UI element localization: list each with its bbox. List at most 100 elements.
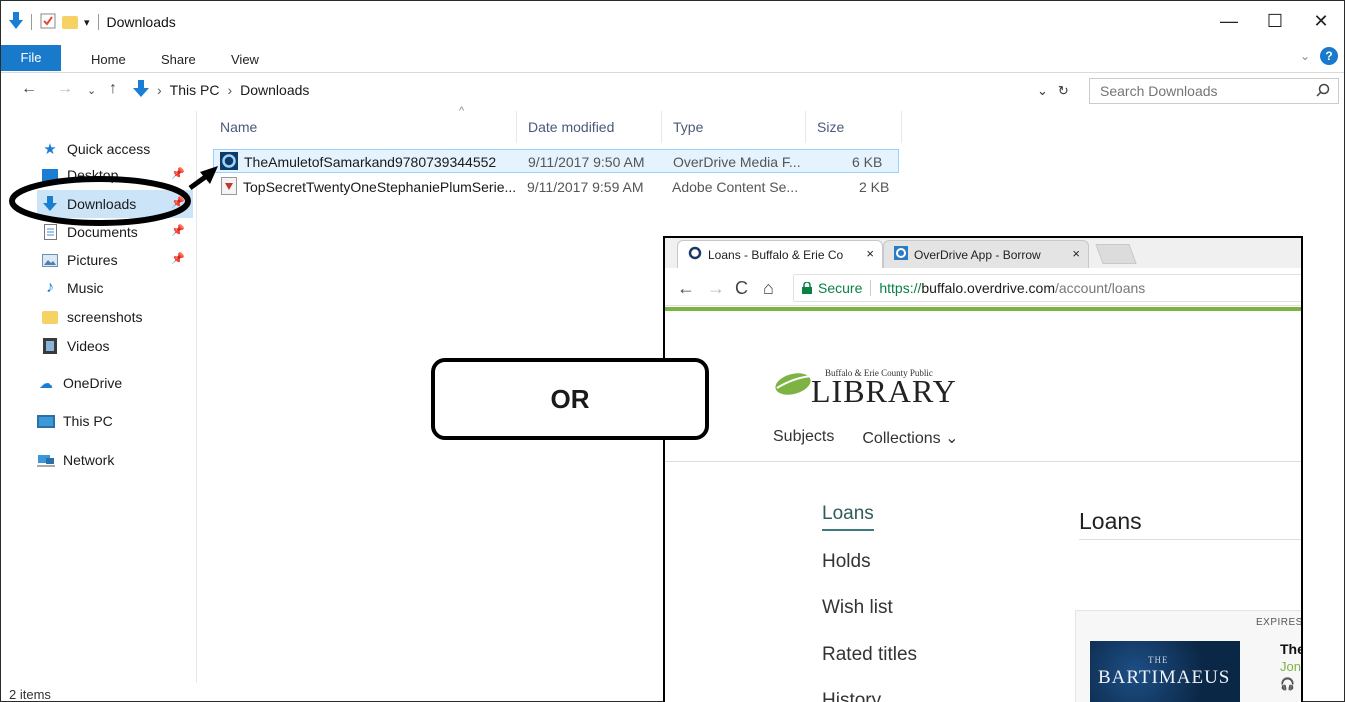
- sidebar-item-desktop[interactable]: Desktop 📌: [41, 161, 193, 189]
- nav-collections[interactable]: Collections ⌄: [862, 428, 958, 448]
- minimize-button[interactable]: —: [1206, 1, 1252, 41]
- folder-icon: [41, 309, 59, 325]
- home-icon[interactable]: ⌂: [763, 278, 774, 299]
- account-nav-rated-titles[interactable]: Rated titles: [822, 644, 917, 666]
- column-type[interactable]: Type: [673, 119, 703, 135]
- browser-forward-icon[interactable]: →: [707, 278, 725, 299]
- tab-close-icon[interactable]: ×: [866, 246, 874, 261]
- search-input[interactable]: [1090, 79, 1290, 103]
- browser-screenshot-overlay: Loans - Buffalo & Erie Co × OverDrive Ap…: [663, 236, 1303, 702]
- nav-collections-label: Collections: [862, 430, 941, 447]
- properties-icon[interactable]: [40, 13, 56, 32]
- browser-tab-overdrive-app[interactable]: OverDrive App - Borrow ×: [883, 240, 1089, 268]
- tab-view[interactable]: View: [231, 48, 259, 72]
- browser-tab-label: Loans - Buffalo & Erie Co: [708, 247, 844, 262]
- sidebar-item-pictures[interactable]: Pictures 📌: [41, 246, 193, 274]
- search-icon[interactable]: [1316, 83, 1330, 100]
- downloads-icon: [41, 196, 59, 212]
- close-button[interactable]: ✕: [1298, 1, 1344, 41]
- url-bar[interactable]: Secure https:// buffalo.overdrive.com /a…: [793, 274, 1301, 302]
- tab-close-icon[interactable]: ×: [1072, 246, 1080, 261]
- videos-icon: [41, 338, 59, 354]
- sidebar-item-downloads[interactable]: Downloads 📌: [37, 190, 193, 218]
- recent-locations-chevron-icon[interactable]: ⌄: [87, 84, 96, 97]
- address-bar[interactable]: › This PC › Downloads: [133, 78, 1083, 102]
- column-divider[interactable]: [516, 111, 517, 143]
- chevron-down-icon[interactable]: ⌄: [1300, 49, 1310, 63]
- column-size[interactable]: Size: [817, 119, 844, 135]
- breadcrumb-chevron-icon: ›: [157, 82, 162, 98]
- loan-title[interactable]: The: [1280, 641, 1301, 657]
- account-nav-wish-list[interactable]: Wish list: [822, 597, 893, 619]
- toolbar-separator: [31, 14, 32, 30]
- new-folder-icon[interactable]: [62, 15, 78, 29]
- sidebar-item-network[interactable]: Network: [37, 446, 229, 474]
- file-type: Adobe Content Se...: [672, 179, 799, 195]
- computer-icon: [37, 413, 55, 429]
- forward-arrow-icon[interactable]: →: [57, 80, 73, 98]
- file-type: OverDrive Media F...: [673, 154, 801, 170]
- nav-subjects[interactable]: Subjects: [773, 428, 834, 448]
- sidebar-item-this-pc[interactable]: This PC: [37, 407, 229, 435]
- sidebar-item-videos[interactable]: Videos: [41, 332, 233, 360]
- breadcrumb-downloads[interactable]: Downloads: [240, 82, 309, 98]
- new-tab-button[interactable]: [1095, 244, 1137, 264]
- address-dropdown-icon[interactable]: ⌄: [1037, 83, 1048, 99]
- nav-label: Desktop: [67, 167, 119, 183]
- column-divider[interactable]: [901, 111, 902, 143]
- browser-tab-strip: Loans - Buffalo & Erie Co × OverDrive Ap…: [665, 238, 1301, 268]
- nav-quick-access[interactable]: ★ Quick access: [41, 135, 233, 163]
- account-nav-history[interactable]: History: [822, 690, 881, 702]
- title-bar: ▾ Downloads — ☐ ✕: [1, 1, 1344, 43]
- customize-toolbar-icon[interactable]: ▾: [84, 16, 90, 29]
- music-icon: ♪: [46, 279, 54, 296]
- file-row[interactable]: TheAmuletofSamarkand9780739344552 9/11/2…: [213, 149, 899, 173]
- breadcrumb-this-pc[interactable]: This PC: [170, 82, 220, 98]
- column-divider[interactable]: [805, 111, 806, 143]
- column-name[interactable]: Name: [220, 119, 257, 135]
- sidebar-item-onedrive[interactable]: ☁ OneDrive: [37, 369, 229, 397]
- tab-share[interactable]: Share: [161, 48, 196, 72]
- maximize-button[interactable]: ☐: [1252, 1, 1298, 41]
- divider: [665, 461, 1301, 462]
- sidebar-item-screenshots[interactable]: screenshots: [41, 303, 233, 331]
- search-box[interactable]: [1089, 78, 1339, 104]
- back-arrow-icon[interactable]: ←: [21, 80, 37, 98]
- browser-toolbar: ← → C ⌂ Secure https:// buffalo.overdriv…: [665, 270, 1301, 306]
- browser-back-icon[interactable]: ←: [677, 278, 695, 299]
- sidebar-item-music[interactable]: ♪ Music: [41, 274, 233, 302]
- column-date-modified[interactable]: Date modified: [528, 119, 614, 135]
- desktop-icon: [41, 167, 59, 183]
- loan-author[interactable]: Jon: [1280, 659, 1301, 674]
- nav-label: Videos: [67, 338, 110, 354]
- column-divider[interactable]: [661, 111, 662, 143]
- downloads-location-icon: [133, 79, 149, 101]
- breadcrumb-chevron-icon: ›: [227, 82, 233, 98]
- pin-icon: 📌: [171, 253, 185, 265]
- file-size: 6 KB: [852, 154, 883, 170]
- loan-card[interactable]: EXPIRES I THE BARTIMAEUS The Jon 🎧: [1075, 610, 1301, 702]
- nav-label: screenshots: [67, 309, 143, 325]
- tab-file[interactable]: File: [1, 45, 61, 71]
- account-nav-loans[interactable]: Loans: [822, 503, 874, 531]
- navigation-pane: ★ Quick access Desktop 📌 Downloads 📌 Doc…: [1, 111, 197, 683]
- file-size: 2 KB: [859, 179, 890, 195]
- reload-icon[interactable]: C: [735, 278, 748, 299]
- file-name: TheAmuletofSamarkand9780739344552: [244, 154, 497, 170]
- secure-indicator[interactable]: Secure: [802, 280, 862, 296]
- download-arrow-icon[interactable]: [9, 11, 23, 33]
- tab-home[interactable]: Home: [91, 48, 126, 72]
- address-row: ← → ⌄ ↑ › This PC › Downloads ⌄ ↻: [1, 75, 1344, 105]
- up-arrow-icon[interactable]: ↑: [109, 80, 117, 98]
- file-row[interactable]: TopSecretTwentyOneStephaniePlumSerie... …: [213, 175, 899, 199]
- book-cover[interactable]: THE BARTIMAEUS: [1090, 641, 1240, 702]
- help-icon[interactable]: ?: [1320, 47, 1338, 65]
- sidebar-item-documents[interactable]: Documents 📌: [41, 218, 193, 246]
- network-icon: [37, 452, 55, 468]
- page-title: Loans: [1079, 508, 1142, 534]
- window-title: Downloads: [106, 14, 176, 30]
- browser-tab-loans[interactable]: Loans - Buffalo & Erie Co ×: [677, 240, 883, 268]
- sort-ascending-icon: ^: [459, 105, 465, 117]
- account-nav-holds[interactable]: Holds: [822, 551, 871, 573]
- refresh-icon[interactable]: ↻: [1058, 83, 1069, 99]
